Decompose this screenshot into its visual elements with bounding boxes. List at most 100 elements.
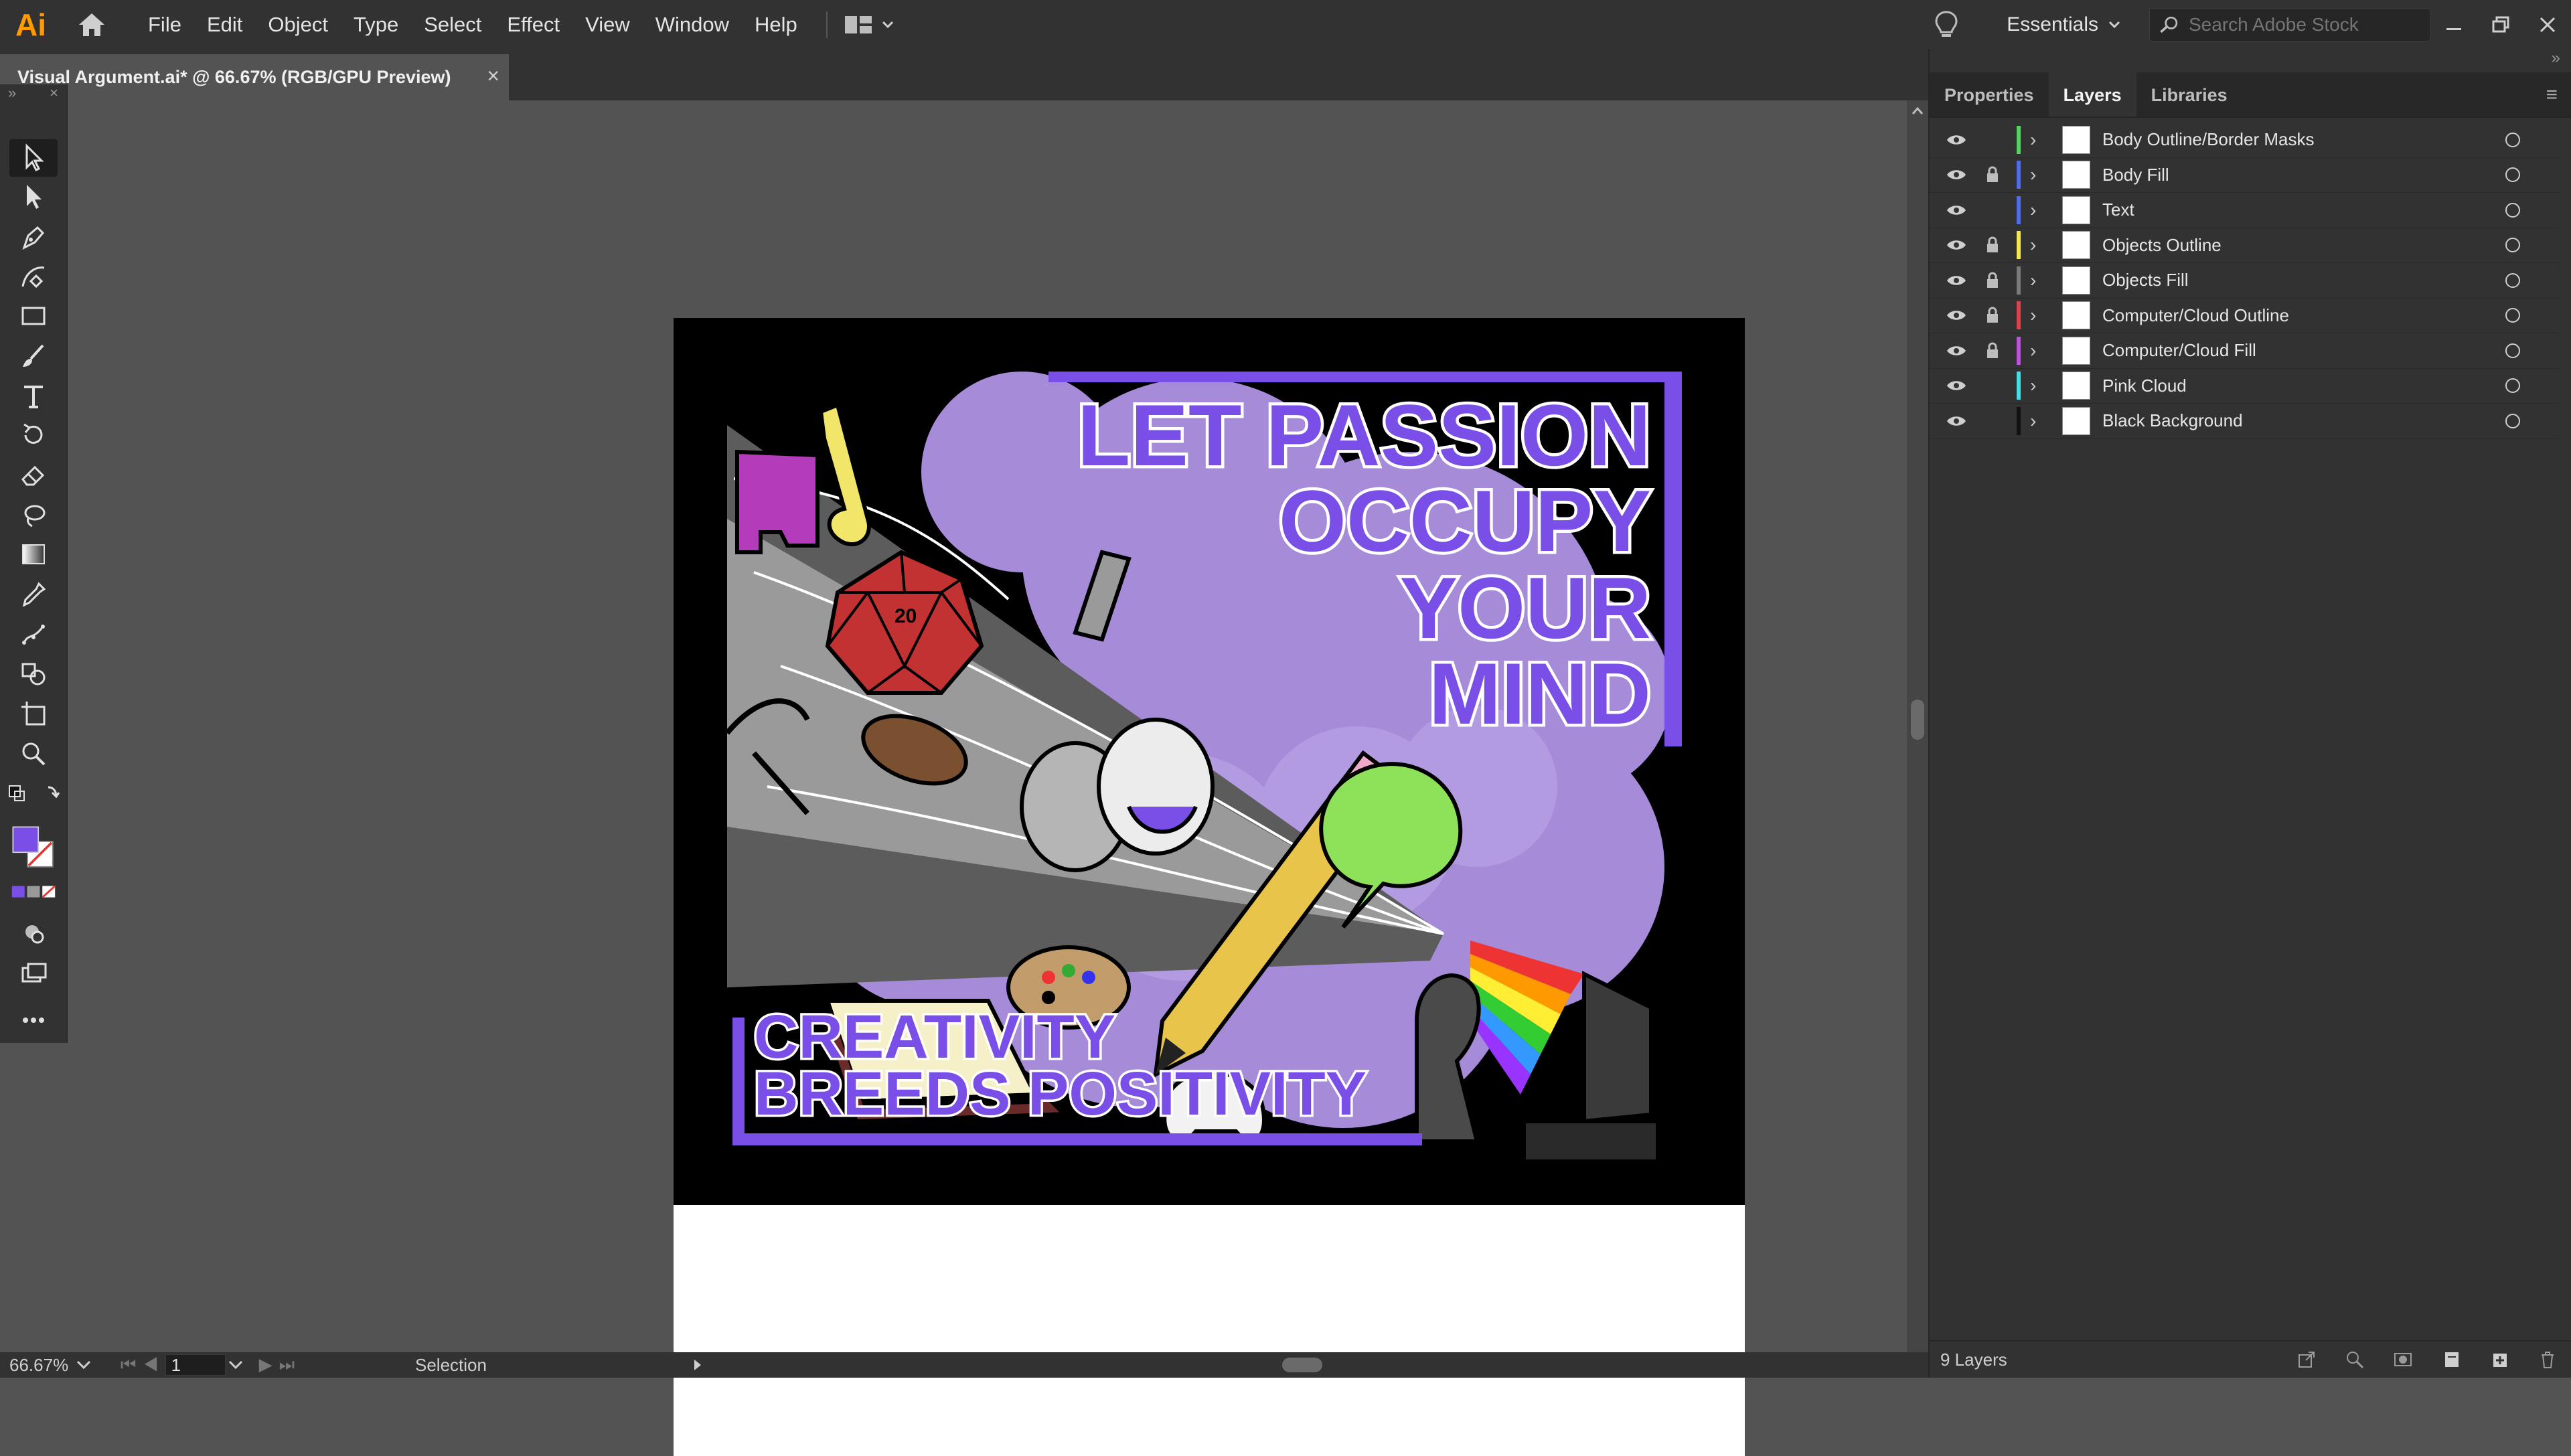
arrange-documents-button[interactable] [844,14,894,35]
layer-name[interactable]: Pink Cloud [2102,376,2187,396]
menu-effect[interactable]: Effect [494,0,572,49]
close-document-button[interactable]: × [487,64,499,88]
vertical-scrollbar[interactable] [1907,100,1928,1352]
lock-icon[interactable] [1981,342,2004,359]
chevron-down-icon[interactable] [74,1358,94,1372]
stock-search[interactable] [2149,7,2430,42]
panel-menu-icon[interactable]: ≡ [2532,72,2571,116]
eraser-tool[interactable] [9,457,58,494]
target-circle-icon[interactable] [2505,238,2520,253]
home-button[interactable] [62,0,122,49]
collapse-panels-icon[interactable]: » [1930,49,2571,72]
target-circle-icon[interactable] [2505,378,2520,394]
screen-mode-button[interactable] [9,955,58,992]
zoom-tool[interactable] [9,735,58,773]
expand-layer-chevron-icon[interactable]: › [2030,305,2036,326]
menu-window[interactable]: Window [643,0,742,49]
paintbrush-tool[interactable] [9,337,58,375]
delete-layer-icon[interactable] [2538,1350,2558,1370]
layer-name[interactable]: Objects Fill [2102,270,2189,291]
lock-icon[interactable] [1981,166,2004,183]
pen-tool[interactable] [9,218,58,256]
target-circle-icon[interactable] [2505,167,2520,183]
target-circle-icon[interactable] [2505,202,2520,218]
color-mode-buttons[interactable] [9,878,58,905]
zoom-level[interactable]: 66.67% [0,1354,74,1376]
expand-layer-chevron-icon[interactable]: › [2030,410,2036,432]
expand-layer-chevron-icon[interactable]: › [2030,164,2036,185]
new-sublayer-icon[interactable] [2441,1350,2461,1370]
vertical-scroll-thumb[interactable] [1911,700,1924,740]
curvature-tool[interactable] [9,257,58,295]
lock-icon[interactable] [1981,307,2004,324]
menu-file[interactable]: File [135,0,194,49]
layer-name[interactable]: Body Outline/Border Masks [2102,129,2314,150]
expand-layer-chevron-icon[interactable]: › [2030,375,2036,396]
workspace-switcher[interactable]: Essentials [2007,13,2121,36]
layer-row[interactable]: › Pink Cloud [1930,369,2559,404]
tab-properties[interactable]: Properties [1930,72,2049,116]
rotate-tool[interactable] [9,416,58,454]
rectangle-tool[interactable] [9,297,58,335]
close-toolbar-icon[interactable]: × [50,84,58,104]
expand-layer-chevron-icon[interactable]: › [2030,270,2036,291]
puppet-warp-tool[interactable] [9,616,58,653]
document-tab[interactable]: Visual Argument.ai* @ 66.67% (RGB/GPU Pr… [0,54,509,100]
target-circle-icon[interactable] [2505,343,2520,358]
expand-layer-chevron-icon[interactable]: › [2030,129,2036,151]
fill-stroke-swatch[interactable] [9,821,58,874]
visibility-eye-icon[interactable] [1943,204,1970,217]
visibility-eye-icon[interactable] [1943,414,1970,428]
minimize-button[interactable] [2430,0,2477,49]
locate-object-icon[interactable] [2345,1350,2365,1370]
layer-name[interactable]: Body Fill [2102,165,2169,185]
artwork[interactable]: 20 LET PASSION OCCUPY YOUR MIND CREATIVI… [674,318,1745,1205]
shape-builder-tool[interactable] [9,655,58,692]
gradient-tool[interactable] [9,536,58,573]
visibility-eye-icon[interactable] [1943,309,1970,322]
chevron-down-icon[interactable] [226,1358,246,1372]
visibility-eye-icon[interactable] [1943,379,1970,392]
layer-name[interactable]: Black Background [2102,410,2243,431]
layer-row[interactable]: › Objects Fill [1930,263,2559,299]
menu-type[interactable]: Type [341,0,411,49]
target-circle-icon[interactable] [2505,308,2520,323]
direct-selection-tool[interactable] [9,178,58,216]
menu-view[interactable]: View [572,0,643,49]
expand-layer-chevron-icon[interactable]: › [2030,199,2036,221]
layer-name[interactable]: Objects Outline [2102,235,2222,256]
target-circle-icon[interactable] [2505,413,2520,428]
visibility-eye-icon[interactable] [1943,133,1970,147]
restore-button[interactable] [2477,0,2524,49]
status-menu-arrow-icon[interactable] [688,1357,708,1373]
layer-name[interactable]: Text [2102,199,2134,220]
layer-row[interactable]: › Black Background [1930,404,2559,439]
menu-select[interactable]: Select [411,0,494,49]
stock-search-input[interactable] [2189,13,2430,35]
horizontal-scroll-thumb[interactable] [1282,1358,1322,1372]
layer-row[interactable]: › Text [1930,193,2559,228]
menu-help[interactable]: Help [742,0,810,49]
clipping-mask-icon[interactable] [2393,1350,2413,1370]
layer-row[interactable]: › Computer/Cloud Outline [1930,299,2559,333]
expand-layer-chevron-icon[interactable]: › [2030,234,2036,256]
lasso-tool[interactable] [9,497,58,534]
first-previous-artboard-icon[interactable]: ⏮◀ [121,1354,165,1376]
tab-layers[interactable]: Layers [2048,72,2136,116]
layer-name[interactable]: Computer/Cloud Outline [2102,305,2289,326]
selection-tool[interactable] [9,139,58,177]
visibility-eye-icon[interactable] [1943,168,1970,181]
next-last-artboard-icon[interactable]: ▶⏭ [259,1354,301,1376]
draw-mode-button[interactable] [9,914,58,952]
layer-row[interactable]: › Body Fill [1930,158,2559,193]
expand-layer-chevron-icon[interactable]: › [2030,340,2036,361]
visibility-eye-icon[interactable] [1943,344,1970,357]
visibility-eye-icon[interactable] [1943,274,1970,287]
edit-toolbar-button[interactable] [9,1001,58,1039]
close-window-button[interactable] [2524,0,2571,49]
export-icon[interactable] [2296,1350,2317,1370]
canvas[interactable]: 20 LET PASSION OCCUPY YOUR MIND CREATIVI… [69,100,1907,1456]
layer-row[interactable]: › Objects Outline [1930,228,2559,263]
expand-toolbar-icon[interactable]: » [8,84,16,104]
target-circle-icon[interactable] [2505,132,2520,147]
